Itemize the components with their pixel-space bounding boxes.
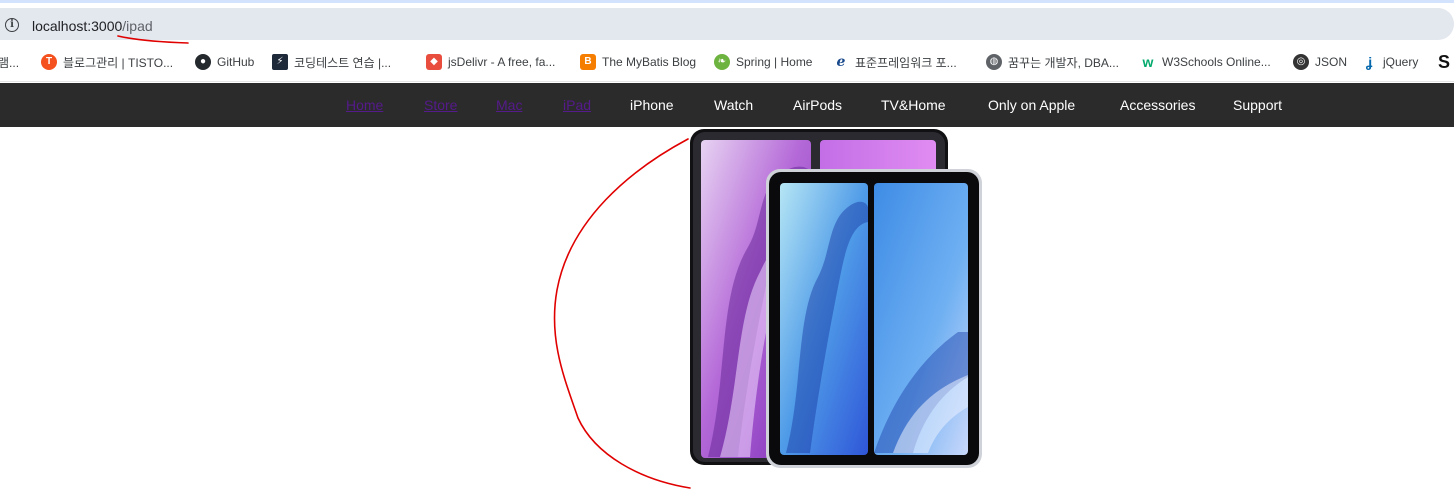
- url-path: /ipad: [122, 18, 153, 34]
- jsdelivr-icon: ◆: [426, 54, 442, 70]
- nav-tv-home[interactable]: TV&Home: [881, 97, 946, 113]
- bookmark-label: Spring | Home: [736, 55, 813, 69]
- nav-home[interactable]: Home: [346, 97, 383, 113]
- url-host: localhost:3000: [32, 18, 123, 34]
- nav-accessories[interactable]: Accessories: [1120, 97, 1195, 113]
- bookmark-label: W3Schools Online...: [1162, 55, 1271, 69]
- blogger-icon: B: [580, 54, 596, 70]
- omnibox[interactable]: i localhost:3000/ipad: [0, 8, 1454, 40]
- bookmarks-bar: 램... T 블로그관리 | TISTO... ● GitHub ⚡ 코딩테스트 연습…: [0, 42, 1454, 82]
- bookmark-overflow-icon[interactable]: S: [1438, 52, 1450, 72]
- w3schools-icon: w: [1142, 54, 1154, 70]
- bookmark-github[interactable]: ● GitHub: [195, 53, 254, 71]
- apple-nav-bar: Home Store Mac iPad iPhone Watch AirPods…: [0, 83, 1454, 127]
- bookmark-programmers[interactable]: ⚡ 코딩테스트 연습 |...: [272, 53, 391, 71]
- bookmark-label: GitHub: [217, 55, 255, 69]
- bookmark-json[interactable]: ◎ JSON: [1293, 53, 1347, 71]
- bookmark-dba[interactable]: ◍ 꿈꾸는 개발자, DBA...: [986, 53, 1119, 71]
- bookmark-folder[interactable]: 램...: [0, 53, 19, 71]
- nav-ipad[interactable]: iPad: [563, 97, 591, 113]
- bookmark-spring[interactable]: ❧ Spring | Home: [714, 53, 812, 71]
- bookmark-label: JSON: [1315, 55, 1348, 69]
- egov-icon: e: [836, 54, 846, 70]
- bookmark-label: jsDelivr - A free, fa...: [448, 55, 556, 69]
- nav-iphone[interactable]: iPhone: [630, 97, 674, 113]
- bookmark-label: 꿈꾸는 개발자, DBA...: [1008, 55, 1119, 70]
- nav-store[interactable]: Store: [424, 97, 457, 113]
- bookmark-label: 표준프레임워크 포...: [855, 55, 957, 70]
- json-icon: ◎: [1293, 54, 1309, 70]
- nav-airpods[interactable]: AirPods: [793, 97, 842, 113]
- bookmark-w3schools[interactable]: w W3Schools Online...: [1140, 53, 1271, 71]
- bookmark-egov[interactable]: e 표준프레임워크 포...: [833, 53, 957, 71]
- bookmark-tistory[interactable]: T 블로그관리 | TISTO...: [41, 53, 173, 71]
- page-content: [0, 127, 1454, 491]
- tistory-icon: T: [41, 54, 57, 70]
- site-info-icon[interactable]: i: [5, 18, 19, 32]
- github-icon: ●: [195, 54, 211, 70]
- nav-support[interactable]: Support: [1233, 97, 1282, 113]
- bookmark-label: 코딩테스트 연습 |...: [294, 55, 392, 70]
- programmers-icon: ⚡: [272, 54, 288, 70]
- jquery-icon: ʝ: [1365, 54, 1373, 70]
- bookmark-label: jQuery: [1383, 55, 1419, 69]
- spring-icon: ❧: [714, 54, 730, 70]
- nav-mac[interactable]: Mac: [496, 97, 522, 113]
- bookmark-jsdelivr[interactable]: ◆ jsDelivr - A free, fa...: [426, 53, 555, 71]
- url-text[interactable]: localhost:3000/ipad: [32, 18, 153, 34]
- bookmark-label: 램...: [0, 55, 20, 70]
- nav-only-on-apple[interactable]: Only on Apple: [988, 97, 1075, 113]
- bookmark-label: 블로그관리 | TISTO...: [63, 55, 174, 70]
- bookmark-label: The MyBatis Blog: [602, 55, 697, 69]
- ipad-product-image: [690, 129, 982, 468]
- globe-icon: ◍: [986, 54, 1002, 70]
- bookmark-mybatis[interactable]: B The MyBatis Blog: [580, 53, 696, 71]
- nav-watch[interactable]: Watch: [714, 97, 753, 113]
- bookmark-jquery[interactable]: ʝ jQuery: [1361, 53, 1419, 71]
- address-bar: i localhost:3000/ipad: [0, 6, 1454, 42]
